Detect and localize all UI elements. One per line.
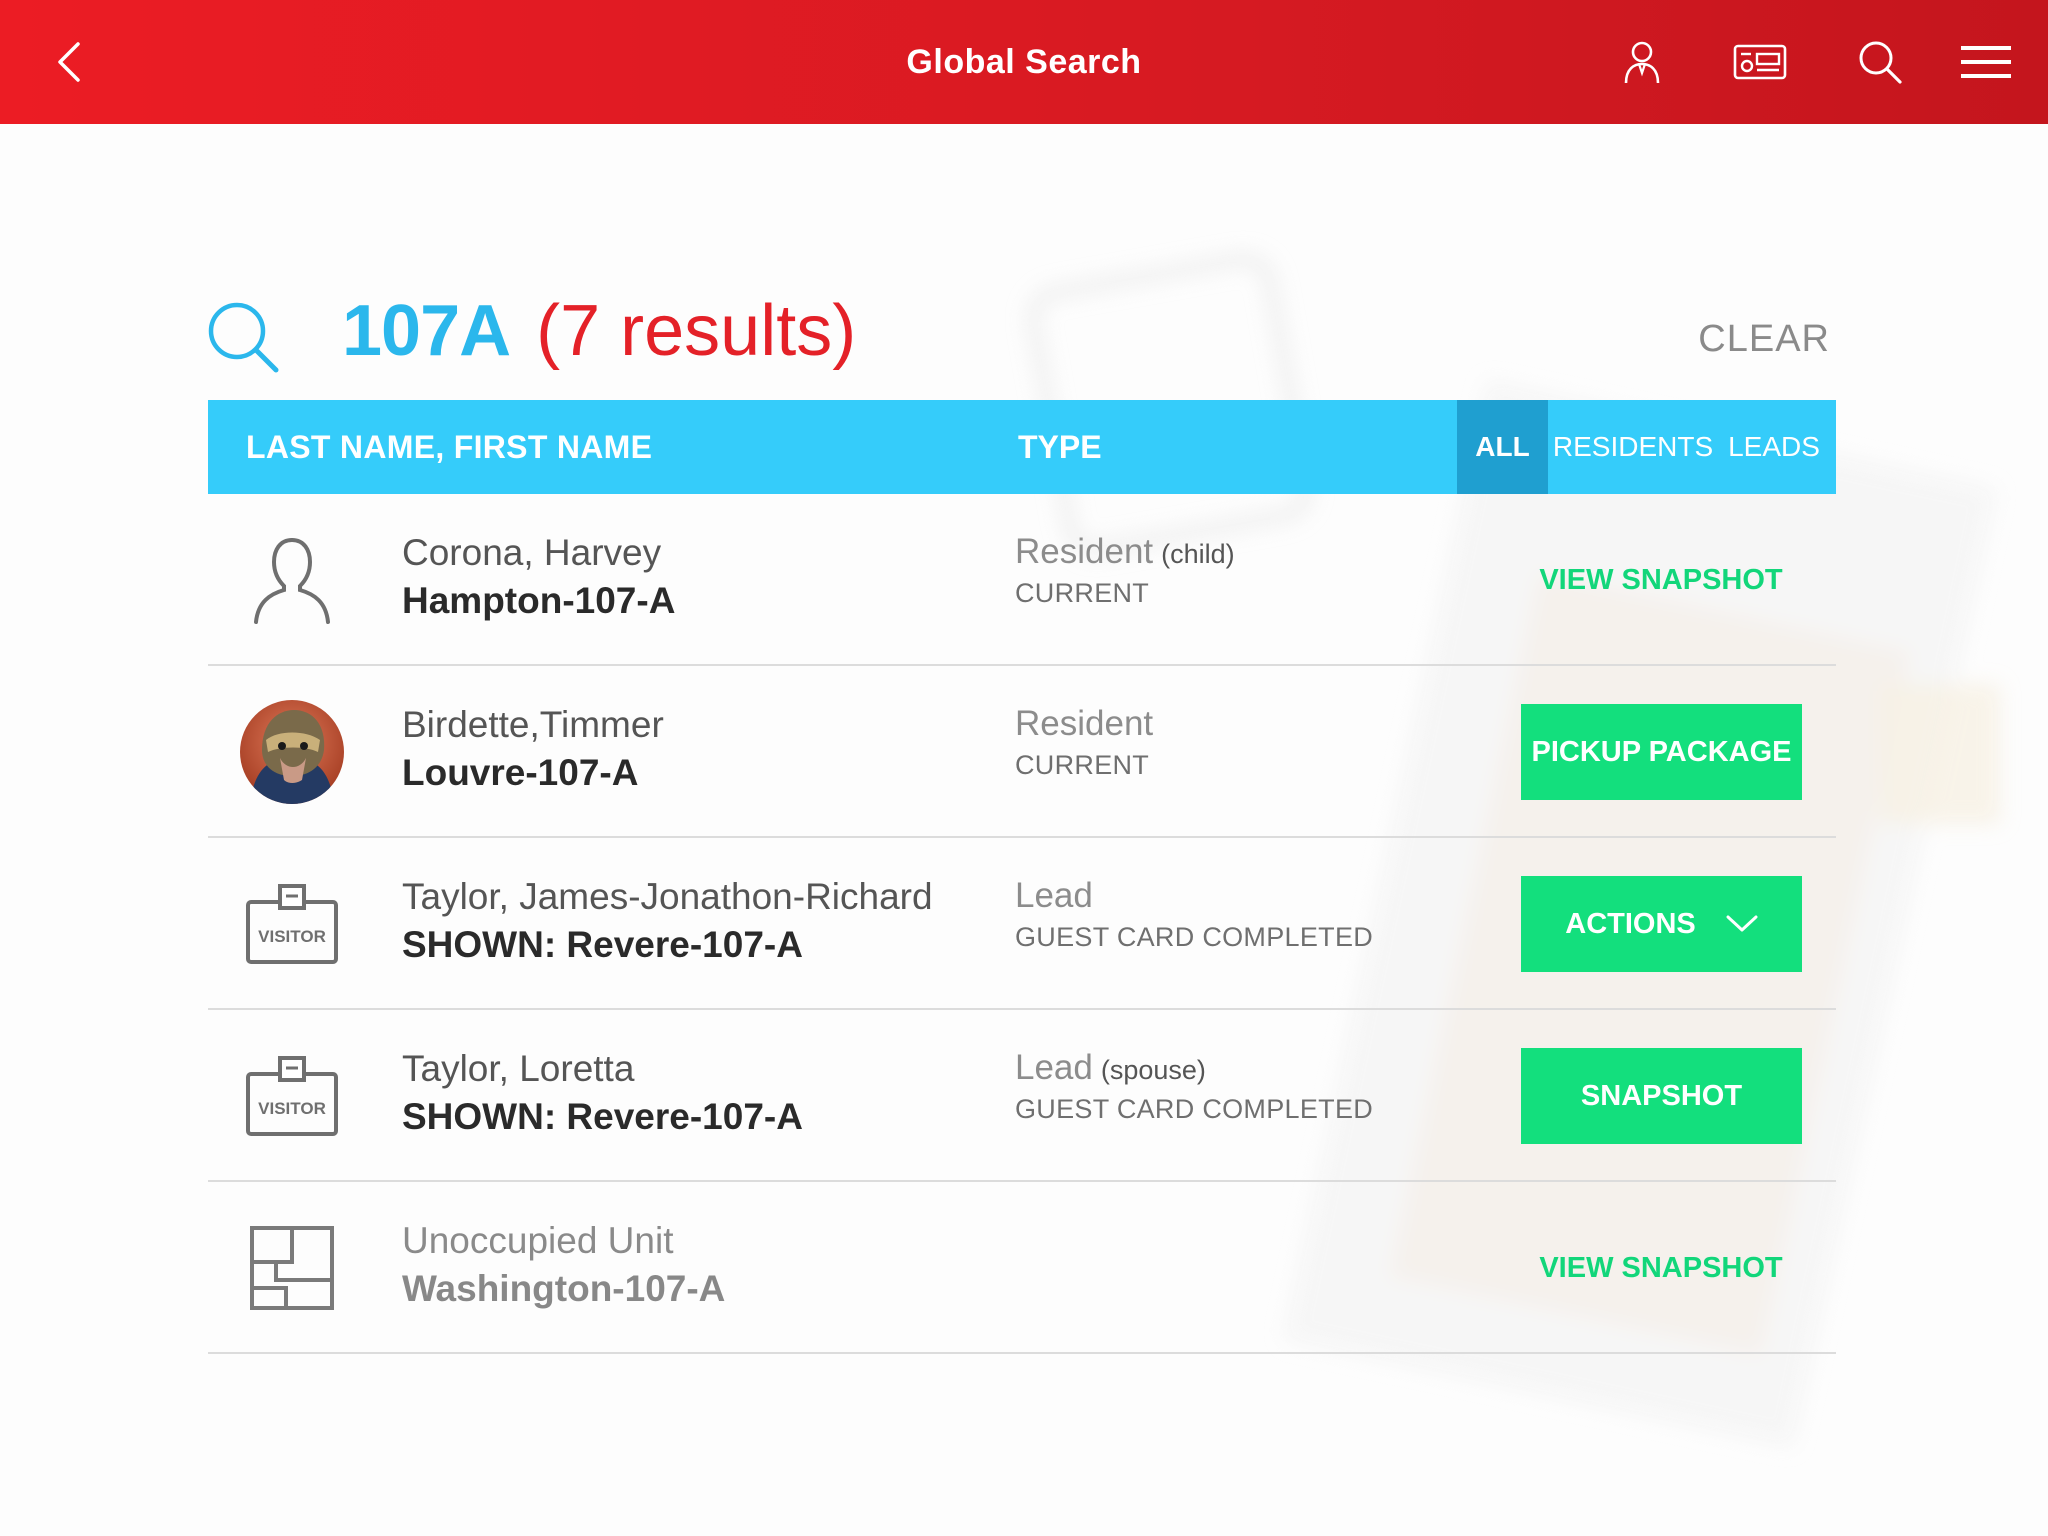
type-qualifier: (child): [1161, 539, 1235, 569]
unit-status-name: Unoccupied Unit: [402, 1220, 674, 1261]
status-label: CURRENT: [1015, 578, 1150, 608]
snapshot-button[interactable]: SNAPSHOT: [1521, 1048, 1802, 1144]
status-label: CURRENT: [1015, 750, 1150, 780]
view-snapshot-link[interactable]: VIEW SNAPSHOT: [1521, 1238, 1801, 1298]
resident-name: Birdette,Timmer: [402, 704, 664, 745]
type-value: Lead: [1015, 1048, 1093, 1087]
header-search-button[interactable]: [1850, 32, 1910, 92]
visitor-badge-icon: VISITOR: [240, 1044, 344, 1148]
floorplan-icon: [240, 1216, 344, 1320]
actions-dropdown-button[interactable]: ACTIONS: [1521, 876, 1802, 972]
unit-label: SHOWN: Revere-107-A: [402, 924, 803, 965]
type-label: Lead: [1015, 876, 1101, 916]
table-row[interactable]: VISITOR Taylor, Loretta SHOWN: Revere-10…: [208, 1010, 1836, 1182]
pickup-package-button[interactable]: PICKUP PACKAGE: [1521, 704, 1802, 800]
lead-name: Taylor, Loretta: [402, 1048, 635, 1089]
type-value: Resident: [1015, 532, 1154, 571]
visitor-badge-icon: VISITOR: [240, 872, 344, 976]
chevron-down-icon: [1726, 915, 1758, 933]
table-row[interactable]: Birdette,Timmer Louvre-107-A Resident CU…: [208, 666, 1836, 838]
search-term: 107A: [342, 291, 511, 371]
type-value: Lead: [1015, 876, 1093, 915]
unit-label: Washington-107-A: [402, 1268, 726, 1309]
hamburger-menu-icon: [1961, 46, 2011, 78]
status-label: GUEST CARD COMPLETED: [1015, 1094, 1374, 1124]
table-header: LAST NAME, FIRST NAME TYPE ALL RESIDENTS…: [208, 400, 1836, 494]
id-card-button[interactable]: [1730, 32, 1790, 92]
column-header-name: LAST NAME, FIRST NAME: [246, 428, 653, 465]
status-label: GUEST CARD COMPLETED: [1015, 922, 1374, 952]
svg-text:VISITOR: VISITOR: [258, 1099, 326, 1118]
user-profile-icon: [1624, 41, 1660, 84]
id-card-icon: [1733, 44, 1787, 80]
clear-button[interactable]: CLEAR: [1698, 318, 1830, 361]
back-button[interactable]: [44, 30, 94, 94]
unit-label: Louvre-107-A: [402, 752, 639, 793]
type-label: Resident (child): [1015, 532, 1235, 572]
person-outline-icon: [240, 528, 344, 632]
back-chevron-icon: [58, 42, 80, 82]
type-qualifier: (spouse): [1100, 1055, 1206, 1085]
type-label: Resident: [1015, 704, 1161, 744]
view-snapshot-link[interactable]: VIEW SNAPSHOT: [1521, 550, 1801, 610]
filter-tab-leads[interactable]: LEADS: [1718, 400, 1836, 494]
filter-tabs: ALL RESIDENTS LEADS: [1457, 400, 1836, 494]
type-label: Lead (spouse): [1015, 1048, 1206, 1088]
search-icon: [1859, 41, 1902, 84]
profile-button[interactable]: [1612, 32, 1672, 92]
svg-text:VISITOR: VISITOR: [258, 927, 326, 946]
filter-tab-residents[interactable]: RESIDENTS: [1548, 400, 1718, 494]
table-row[interactable]: Unoccupied Unit Washington-107-A VIEW SN…: [208, 1182, 1836, 1354]
avatar: [240, 700, 344, 804]
unit-label: SHOWN: Revere-107-A: [402, 1096, 803, 1137]
result-count: (7 results): [536, 291, 857, 371]
type-value: Resident: [1015, 704, 1154, 743]
unit-label: Hampton-107-A: [402, 580, 676, 621]
table-row[interactable]: VISITOR Taylor, James-Jonathon-Richard S…: [208, 838, 1836, 1010]
menu-button[interactable]: [1956, 32, 2016, 92]
actions-label: ACTIONS: [1565, 907, 1696, 940]
app-header: Global Search: [0, 0, 2048, 124]
search-query: 107A (7 results): [342, 290, 856, 380]
results-search-icon: [206, 300, 282, 376]
column-header-type: TYPE: [1018, 428, 1102, 465]
resident-name: Corona, Harvey: [402, 532, 662, 573]
table-row[interactable]: Corona, Harvey Hampton-107-A Resident (ch…: [208, 494, 1836, 666]
filter-tab-all[interactable]: ALL: [1457, 400, 1548, 494]
lead-name: Taylor, James-Jonathon-Richard: [402, 876, 933, 917]
